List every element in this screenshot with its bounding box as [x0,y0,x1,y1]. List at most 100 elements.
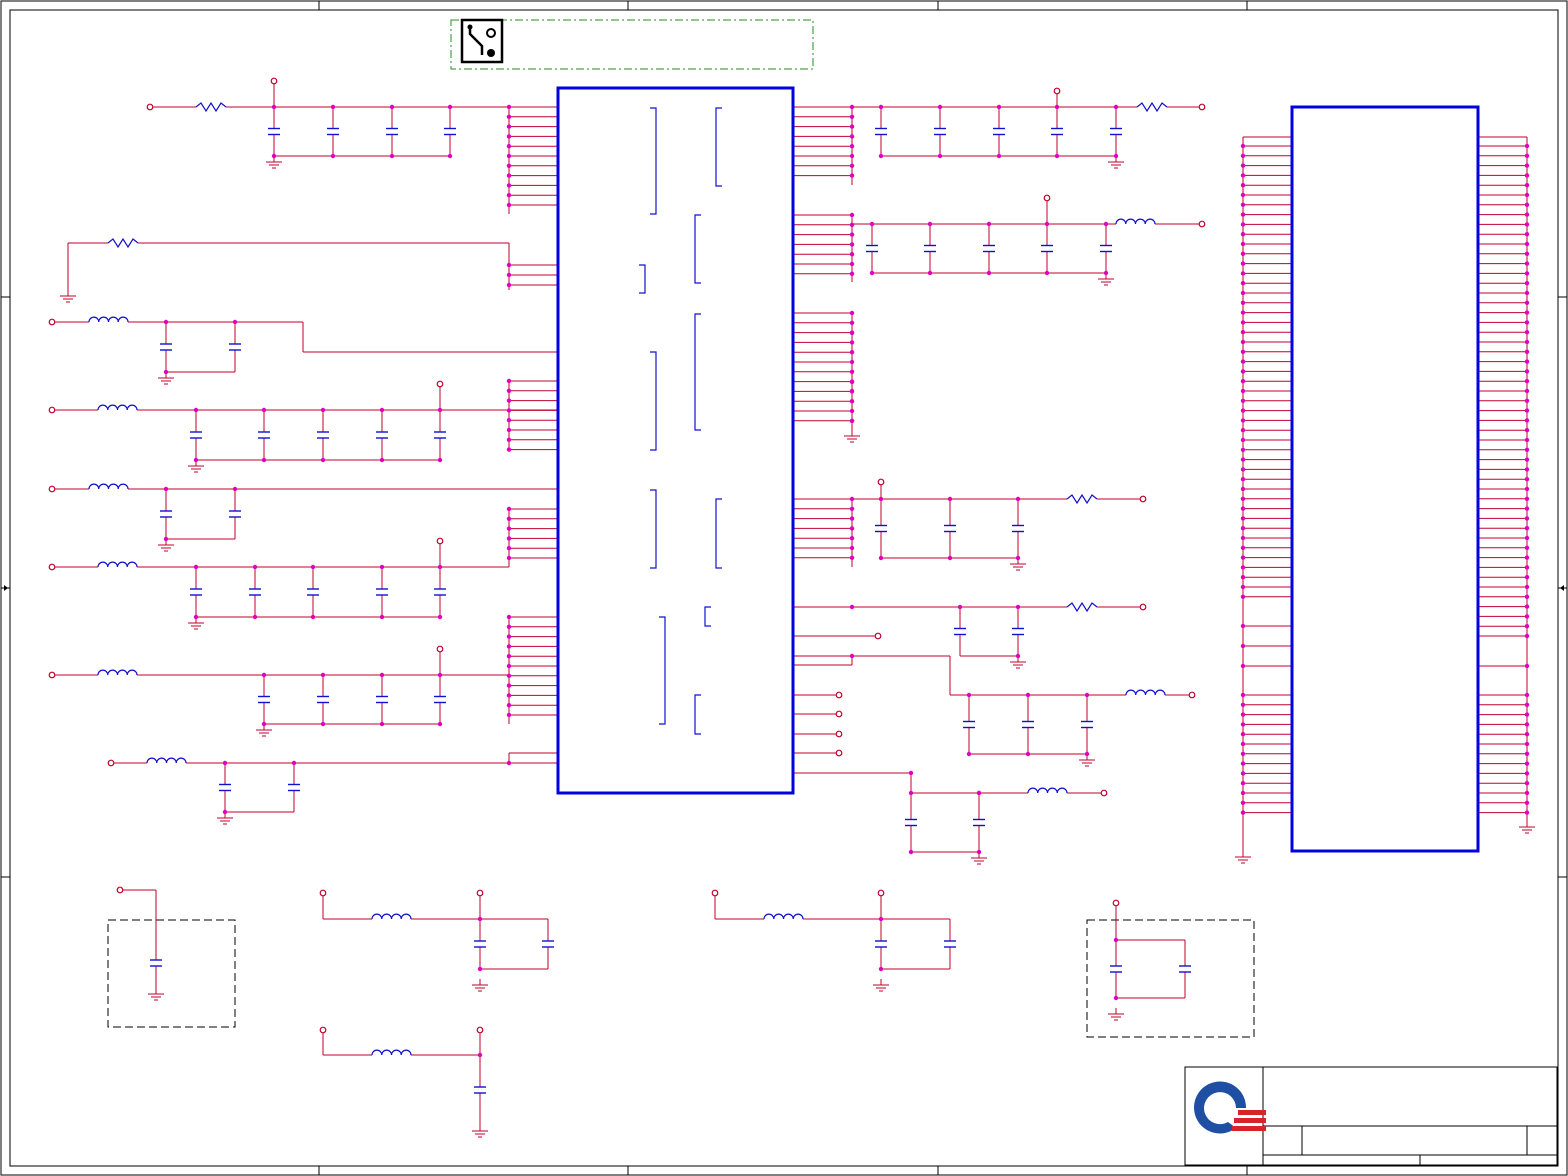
junction-dot [1524,300,1530,305]
junction-dot [1524,800,1530,805]
junction-dot [1524,408,1530,413]
junction-dot [849,124,855,129]
junction-dot [1524,712,1530,717]
junction-dot [1524,163,1530,168]
junction-dot [849,222,855,227]
port-terminal [711,889,719,897]
port-terminal [835,730,843,738]
junction-dot [1524,771,1530,776]
junction-dot [379,407,385,413]
junction-dot [163,369,169,375]
junction-dot [222,760,228,766]
inductor [763,913,804,920]
junction-dot [849,604,855,610]
junction-dot [1524,486,1530,492]
junction-dot [1240,584,1246,590]
port-terminal [319,889,327,897]
junction-dot [1240,153,1246,158]
junction-dot [849,526,855,531]
junction-dot [976,849,982,855]
resistor [195,101,227,113]
junction-dot [849,212,855,218]
company-logo-icon [1234,1118,1266,1123]
port-terminal [835,710,843,718]
junction-dot [1240,516,1246,521]
junction-dot [506,163,512,168]
junction-dot [849,536,855,541]
junction-dot [1113,937,1119,943]
junction-dot [1524,594,1530,599]
junction-dot [506,683,512,688]
junction-dot [976,790,982,796]
junction-dot [506,644,512,649]
junction-dot [437,614,443,620]
junction-dot [477,916,483,922]
junction-dot [957,604,963,610]
junction-dot [1524,604,1530,609]
pin-group-bracket [659,616,666,725]
junction-dot [1524,663,1530,669]
junction-dot [1240,310,1246,315]
junction-dot [1240,702,1246,707]
pcb-trace-icon [486,28,496,38]
junction-dot [222,809,228,815]
junction-dot [908,770,914,776]
junction-dot [506,193,512,198]
junction-dot [1240,575,1246,580]
junction-dot [506,614,512,620]
port-terminal [877,478,885,486]
pin-group-bracket [694,214,701,284]
connector-ic [1290,105,1480,853]
junction-dot [1524,810,1530,815]
junction-dot [271,104,277,110]
port-terminal [48,563,56,571]
junction-dot [1524,379,1530,384]
junction-dot [1240,388,1246,394]
junction-dot [1044,221,1050,227]
junction-dot [869,221,875,227]
junction-dot [947,555,953,561]
junction-dot [1240,623,1246,629]
junction-dot [1524,359,1530,364]
junction-dot [966,751,972,757]
junction-dot [506,703,512,708]
junction-dot [437,564,443,570]
zone-arrow [1560,585,1564,591]
port-terminal [1198,103,1206,111]
junction-dot [1084,692,1090,698]
junction-dot [506,408,512,413]
junction-dot [1524,633,1530,639]
junction-dot [849,163,855,168]
junction-dot [232,319,238,325]
option-box [1086,919,1255,1038]
junction-dot [1524,310,1530,315]
junction-dot [1524,702,1530,707]
junction-dot [1025,751,1031,757]
junction-dot [1524,781,1530,786]
junction-dot [1240,751,1246,756]
junction-dot [506,555,512,561]
junction-dot [849,330,855,336]
junction-dot [849,242,855,247]
junction-layer [163,104,1530,1058]
junction-dot [1240,418,1246,423]
junction-dot [1103,221,1109,227]
junction-dot [908,790,914,796]
port-terminal [48,485,56,493]
junction-dot [1240,192,1246,198]
pin-group-bracket [650,351,657,451]
port-terminal [436,537,444,545]
junction-dot [849,310,855,316]
junction-dot [506,104,512,110]
junction-dot [320,721,326,727]
junction-dot [996,104,1002,110]
pin-group-bracket [650,489,657,569]
junction-dot [986,270,992,276]
junction-dot [1044,270,1050,276]
junction-dot [1240,643,1246,649]
company-logo-icon [1232,1126,1266,1131]
junction-dot [447,153,453,159]
junction-dot [506,183,512,188]
junction-dot [379,457,385,463]
junction-dot [849,408,855,414]
